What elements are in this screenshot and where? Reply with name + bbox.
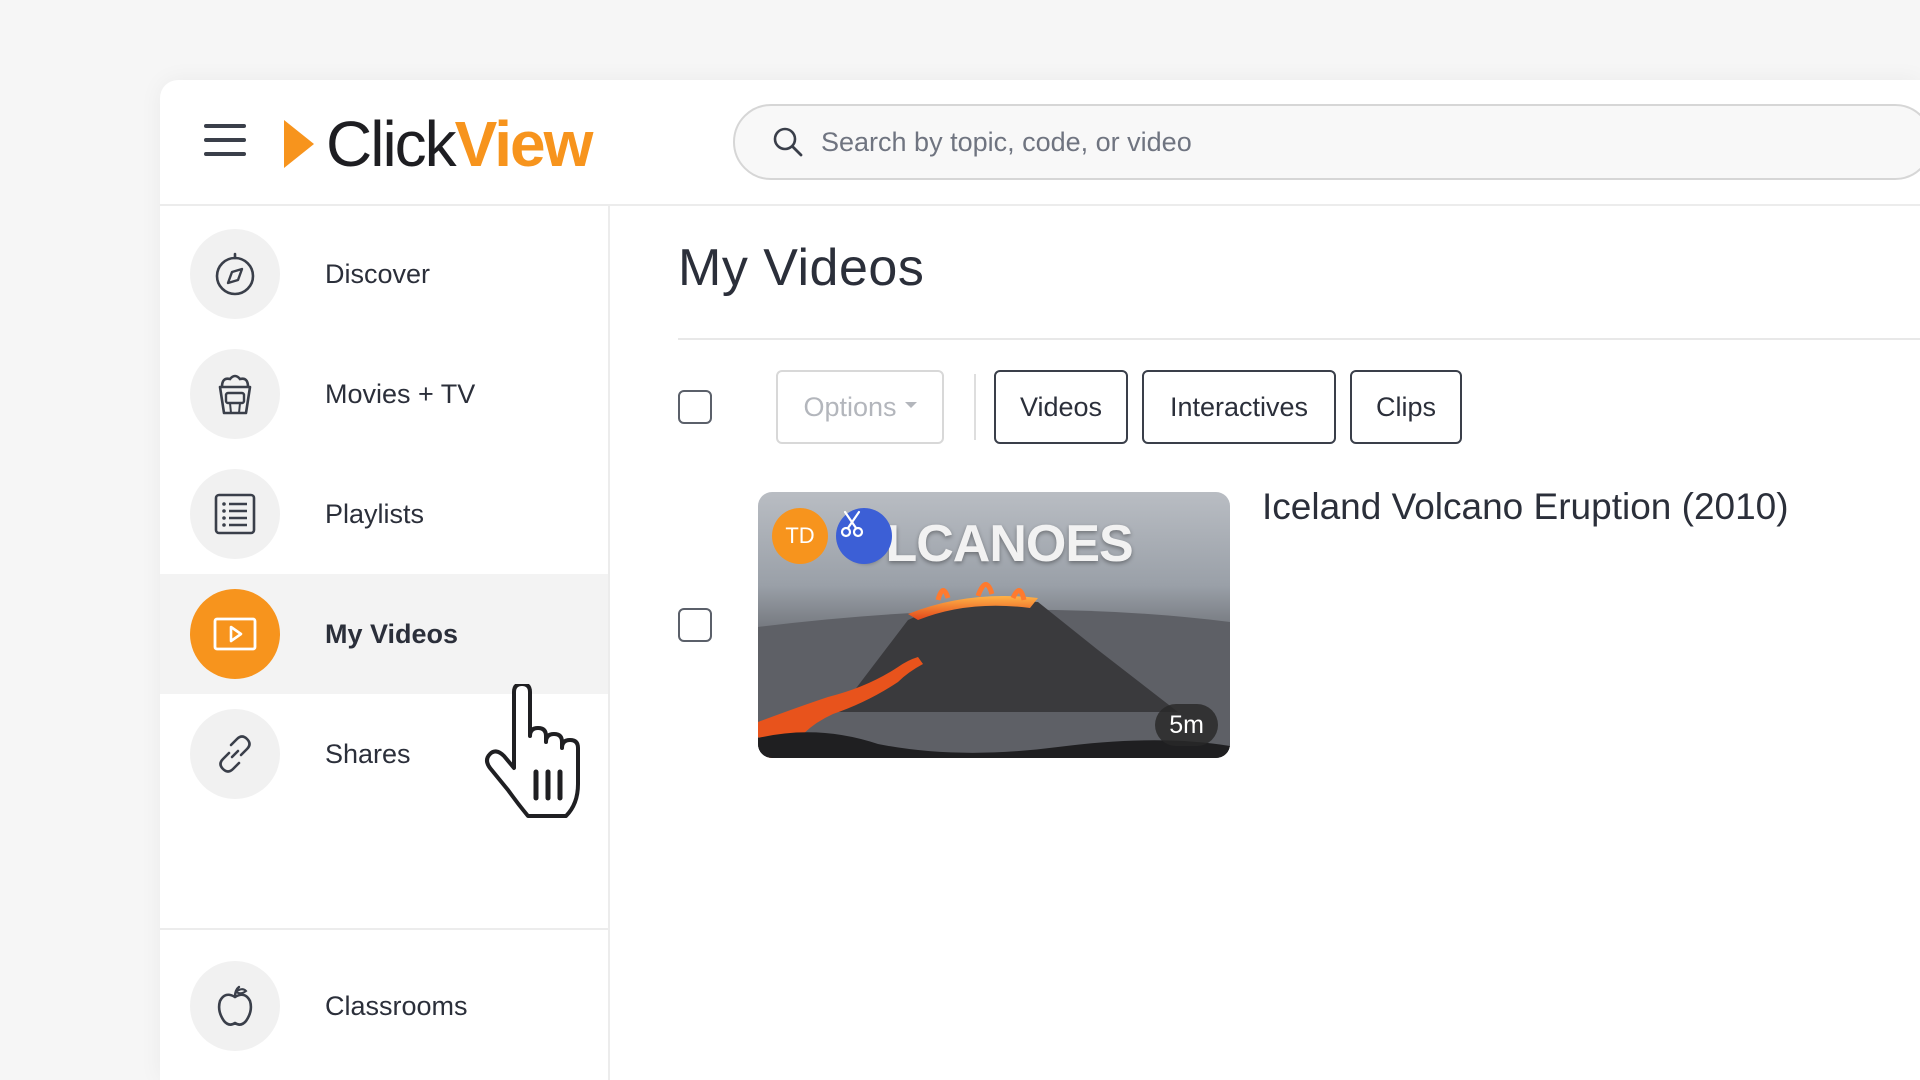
filter-interactives-button[interactable]: Interactives — [1142, 370, 1336, 444]
sidebar-item-my-videos[interactable]: My Videos — [160, 574, 608, 694]
search-icon — [773, 127, 803, 157]
compass-icon — [215, 252, 255, 296]
sidebar: Discover Movies + TV Playlists My Videos… — [160, 206, 610, 1080]
sidebar-item-classrooms[interactable]: Classrooms — [160, 946, 608, 1066]
sidebar-icon-circle — [190, 589, 280, 679]
sidebar-item-playlists[interactable]: Playlists — [160, 454, 608, 574]
list-icon — [214, 493, 256, 535]
title-divider — [678, 338, 1920, 340]
link-icon — [219, 735, 251, 773]
filter-videos-button[interactable]: Videos — [994, 370, 1128, 444]
caret-down-icon — [904, 402, 917, 408]
sidebar-item-discover[interactable]: Discover — [160, 214, 608, 334]
sidebar-icon-circle — [190, 469, 280, 559]
sidebar-divider — [160, 928, 608, 930]
top-header: Click View — [160, 80, 1920, 206]
select-all-checkbox[interactable] — [678, 390, 712, 424]
logo-text-click: Click — [326, 108, 457, 180]
duration-badge: 5m — [1155, 704, 1218, 746]
sidebar-item-label: Playlists — [325, 498, 425, 529]
main-content: My Videos Options Videos Interactives Cl… — [610, 206, 1920, 1080]
logo-play-icon — [284, 120, 314, 168]
sidebar-icon-circle — [190, 709, 280, 799]
toolbar-divider — [974, 374, 976, 440]
video-thumbnail[interactable]: OLCANOES TD 5m — [758, 492, 1230, 758]
popcorn-icon — [218, 374, 252, 415]
scissors-icon — [840, 510, 864, 538]
sidebar-item-label: Shares — [325, 738, 411, 769]
clip-badge — [836, 508, 892, 564]
sidebar-icon-circle — [190, 229, 280, 319]
video-select-checkbox[interactable] — [678, 608, 712, 642]
filter-clips-button[interactable]: Clips — [1350, 370, 1462, 444]
logo-text-view: View — [454, 108, 594, 180]
play-icon — [213, 617, 257, 651]
apple-icon — [217, 985, 253, 1026]
sidebar-icon-circle — [190, 349, 280, 439]
page-title: My Videos — [678, 239, 925, 297]
video-title-link[interactable]: Iceland Volcano Eruption (2010) — [1262, 486, 1789, 528]
search-bar[interactable] — [733, 104, 1920, 180]
app-window: Click View Discover — [160, 80, 1920, 1080]
hand-cursor-icon — [485, 684, 580, 818]
sidebar-icon-circle — [190, 961, 280, 1051]
owner-avatar: TD — [772, 508, 828, 564]
clickview-logo[interactable]: Click View — [284, 108, 594, 180]
sidebar-item-movies-tv[interactable]: Movies + TV — [160, 334, 608, 454]
sidebar-item-label: My Videos — [325, 618, 459, 649]
sidebar-item-label: Classrooms — [325, 990, 468, 1021]
options-dropdown[interactable]: Options — [776, 370, 944, 444]
search-input[interactable] — [819, 125, 1723, 159]
sidebar-item-label: Movies + TV — [325, 378, 476, 409]
options-label: Options — [803, 391, 897, 422]
sidebar-item-label: Discover — [325, 258, 431, 289]
menu-icon[interactable] — [204, 124, 246, 156]
